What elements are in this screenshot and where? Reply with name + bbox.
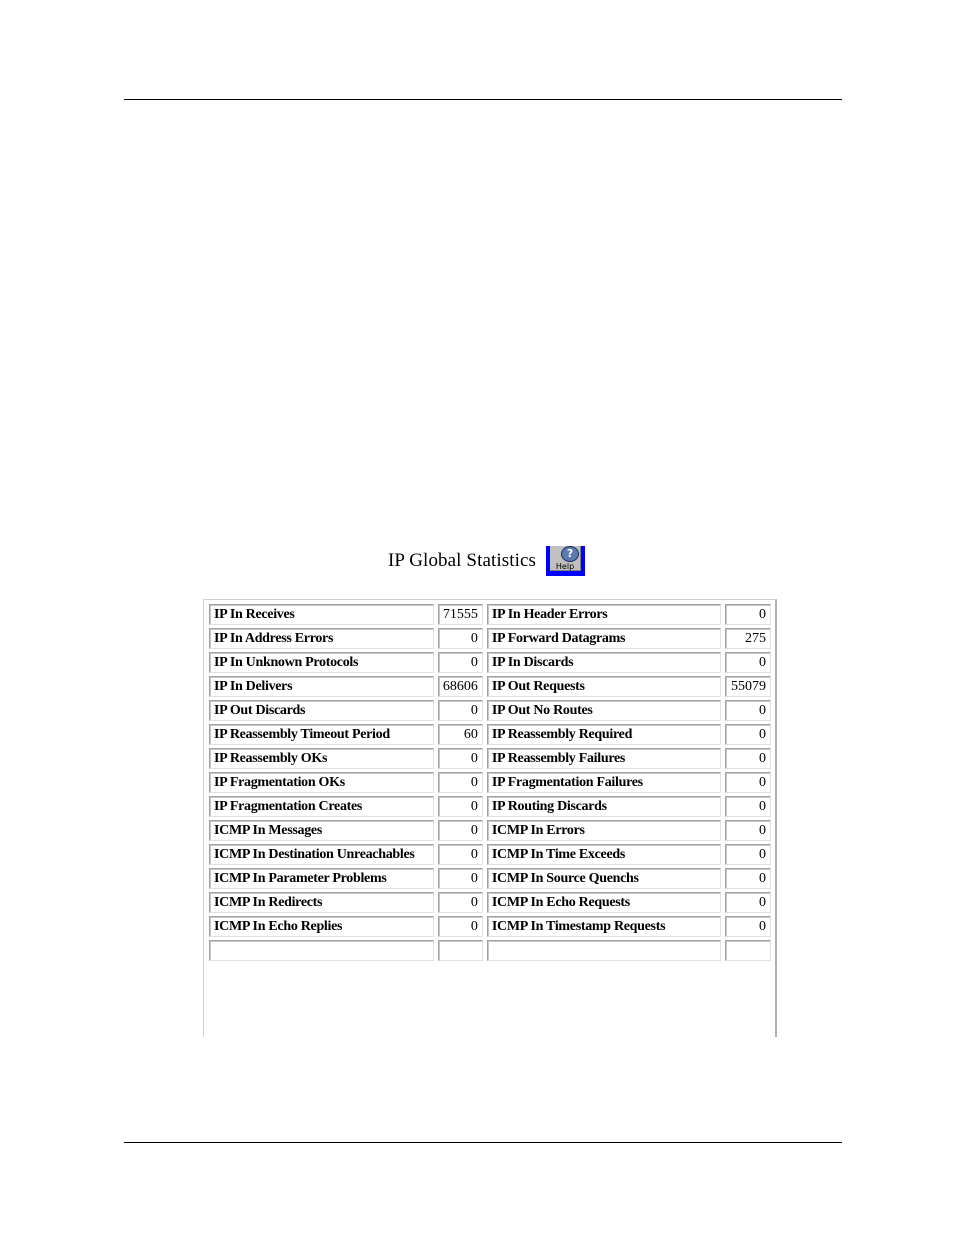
stats-table: IP In Receives 71555 IP In Header Errors 0 I…: [205, 601, 775, 964]
stat-label: IP Forward Datagrams: [486, 628, 722, 649]
stat-value: 60: [437, 724, 483, 745]
stat-value: 0: [725, 820, 771, 841]
stat-value: 68606: [437, 676, 483, 697]
stat-value: 0: [437, 796, 483, 817]
stats-table-frame[interactable]: IP In Receives 71555 IP In Header Errors 0 I…: [203, 599, 777, 1037]
help-button-label: Help: [555, 562, 575, 571]
stat-label: IP Reassembly OKs: [209, 748, 434, 769]
stat-label: IP Reassembly Failures: [486, 748, 722, 769]
stat-label: IP Out Discards: [209, 700, 434, 721]
stat-label: IP In Discards: [486, 652, 722, 673]
footer-rule: [124, 1142, 842, 1143]
stat-label: [486, 940, 722, 961]
stat-value: 0: [725, 748, 771, 769]
stats-row: IP Fragmentation OKs 0 IP Fragmentation Fa…: [209, 772, 771, 793]
stat-value: 0: [437, 628, 483, 649]
stat-label: IP Fragmentation OKs: [209, 772, 434, 793]
stat-value: 275: [725, 628, 771, 649]
stat-label: [209, 940, 434, 961]
stat-value: 0: [725, 868, 771, 889]
stat-label: ICMP In Echo Replies: [209, 916, 434, 937]
stats-row: [209, 940, 771, 961]
help-button[interactable]: ? Help: [546, 546, 586, 576]
stats-row: IP In Unknown Protocols 0 IP In Discards 0: [209, 652, 771, 673]
stat-label: IP Fragmentation Failures: [486, 772, 722, 793]
stat-label: IP In Address Errors: [209, 628, 434, 649]
stat-value: 0: [437, 916, 483, 937]
stat-value: [725, 940, 771, 961]
title-row: IP Global Statistics ? Help: [388, 543, 586, 579]
stats-row: ICMP In Destination Unreachables 0 ICMP In…: [209, 844, 771, 865]
stats-row: IP Reassembly Timeout Period 60 IP Reassem…: [209, 724, 771, 745]
stat-label: ICMP In Time Exceeds: [486, 844, 722, 865]
stats-row: IP In Delivers 68606 IP Out Requests 55079: [209, 676, 771, 697]
stat-value: 0: [437, 772, 483, 793]
stat-value: 0: [725, 700, 771, 721]
stat-label: IP In Delivers: [209, 676, 434, 697]
stat-value: 0: [437, 748, 483, 769]
stat-label: ICMP In Echo Requests: [486, 892, 722, 913]
stat-value: 0: [437, 892, 483, 913]
stat-value: 0: [437, 868, 483, 889]
stats-row: IP In Receives 71555 IP In Header Errors 0: [209, 604, 771, 625]
stat-label: IP In Unknown Protocols: [209, 652, 434, 673]
stat-label: IP Out No Routes: [486, 700, 722, 721]
stat-value: 0: [725, 844, 771, 865]
stats-row: IP Out Discards 0 IP Out No Routes 0: [209, 700, 771, 721]
stat-label: ICMP In Destination Unreachables: [209, 844, 434, 865]
stat-label: IP Reassembly Timeout Period: [209, 724, 434, 745]
stat-value: 71555: [437, 604, 483, 625]
stats-row: IP Reassembly OKs 0 IP Reassembly Failures…: [209, 748, 771, 769]
stat-value: 0: [437, 652, 483, 673]
stat-label: IP Out Requests: [486, 676, 722, 697]
stat-value: 0: [725, 604, 771, 625]
stat-label: ICMP In Source Quenchs: [486, 868, 722, 889]
stat-value: 0: [725, 652, 771, 673]
stats-row: IP In Address Errors 0 IP Forward Datagram…: [209, 628, 771, 649]
stats-row: ICMP In Messages 0 ICMP In Errors 0: [209, 820, 771, 841]
question-mark-icon: ?: [561, 546, 580, 562]
stats-row: IP Fragmentation Creates 0 IP Routing Disc…: [209, 796, 771, 817]
stat-value: 0: [437, 844, 483, 865]
stat-label: IP In Receives: [209, 604, 434, 625]
stat-value: 0: [725, 916, 771, 937]
page-title: IP Global Statistics: [388, 550, 537, 571]
stat-label: IP In Header Errors: [486, 604, 722, 625]
stats-row: ICMP In Redirects 0 ICMP In Echo Requests 0: [209, 892, 771, 913]
stats-row: ICMP In Echo Replies 0 ICMP In Timestamp R…: [209, 916, 771, 937]
stat-label: ICMP In Parameter Problems: [209, 868, 434, 889]
stat-value: 0: [437, 700, 483, 721]
stat-label: IP Fragmentation Creates: [209, 796, 434, 817]
stat-value: 0: [725, 796, 771, 817]
stat-value: 0: [725, 724, 771, 745]
stat-value: 0: [437, 820, 483, 841]
stat-label: IP Routing Discards: [486, 796, 722, 817]
stat-label: ICMP In Timestamp Requests: [486, 916, 722, 937]
stat-value: 0: [725, 772, 771, 793]
stat-label: IP Reassembly Required: [486, 724, 722, 745]
stats-row: ICMP In Parameter Problems 0 ICMP In Sourc…: [209, 868, 771, 889]
stat-value: 55079: [725, 676, 771, 697]
stat-label: ICMP In Errors: [486, 820, 722, 841]
header-rule: [124, 99, 842, 100]
stat-value: [437, 940, 483, 961]
stat-value: 0: [725, 892, 771, 913]
help-button-face: ? Help: [550, 546, 582, 571]
stat-label: ICMP In Messages: [209, 820, 434, 841]
stat-label: ICMP In Redirects: [209, 892, 434, 913]
